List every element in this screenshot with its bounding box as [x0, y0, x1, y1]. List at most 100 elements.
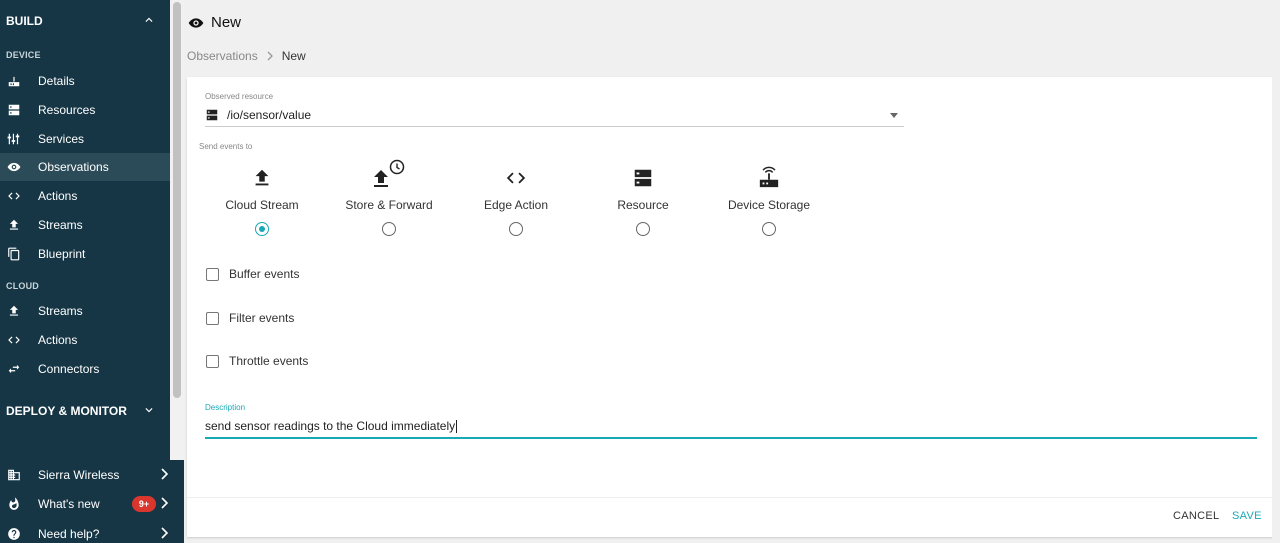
- scrollbar-thumb[interactable]: [173, 2, 181, 398]
- dns-icon: [6, 102, 22, 118]
- sierra-wireless-label: Sierra Wireless: [38, 467, 120, 482]
- breadcrumb: Observations New: [187, 49, 306, 63]
- sidebar-item-cloud-streams[interactable]: Streams: [0, 297, 170, 325]
- code-icon: [506, 172, 526, 184]
- building-icon: [6, 467, 22, 483]
- checkbox-label: Buffer events: [229, 267, 300, 281]
- target-radio[interactable]: [762, 222, 776, 236]
- target-label: Cloud Stream: [225, 198, 299, 212]
- chevron-right-icon: [161, 468, 169, 480]
- code-icon: [6, 332, 22, 348]
- target-resource[interactable]: Resource: [578, 161, 708, 236]
- save-button[interactable]: SAVE: [1232, 510, 1262, 522]
- upload-icon: [255, 169, 269, 186]
- cancel-button[interactable]: CANCEL: [1173, 510, 1219, 522]
- checkbox-box[interactable]: [206, 267, 219, 281]
- deploy-section-toggle[interactable]: DEPLOY & MONITOR: [0, 397, 170, 425]
- target-label: Device Storage: [727, 198, 811, 212]
- sidebar-item-label: Resources: [38, 103, 96, 117]
- code-icon: [6, 188, 22, 204]
- sidebar-item-label: Streams: [38, 304, 83, 318]
- upload-icon: [6, 217, 22, 233]
- checkbox-box[interactable]: [206, 311, 219, 325]
- description-value: send sensor readings to the Cloud immedi…: [205, 419, 456, 433]
- dropdown-arrow-icon: [890, 113, 898, 118]
- copy-icon: [6, 246, 22, 262]
- router-icon: [759, 166, 779, 188]
- sidebar-item-connectors[interactable]: Connectors: [0, 355, 170, 383]
- sidebar-item-blueprint[interactable]: Blueprint: [0, 240, 170, 268]
- chevron-right-icon: [267, 51, 273, 61]
- buffer-events-checkbox[interactable]: Buffer events: [206, 267, 300, 281]
- page-scrollbar[interactable]: [1272, 0, 1280, 543]
- text-cursor: [456, 419, 458, 433]
- sidebar-item-services[interactable]: Services: [0, 125, 170, 153]
- tune-icon: [6, 131, 22, 147]
- build-section-toggle[interactable]: BUILD: [0, 7, 170, 35]
- dns-icon: [634, 169, 652, 187]
- sidebar-scrollbar[interactable]: [170, 0, 184, 460]
- help-icon: [6, 526, 22, 542]
- sidebar-item-streams[interactable]: Streams: [0, 211, 170, 239]
- target-store-forward[interactable]: Store & Forward: [324, 159, 454, 236]
- target-label: Store & Forward: [345, 198, 433, 212]
- target-label: Resource: [617, 198, 669, 212]
- sidebar-item-label: Details: [38, 74, 75, 88]
- sidebar-item-observations[interactable]: Observations: [0, 153, 170, 181]
- cloud-section-label: CLOUD: [6, 281, 39, 291]
- filter-events-checkbox[interactable]: Filter events: [206, 311, 294, 325]
- chevron-right-icon: [161, 527, 169, 539]
- chevron-right-icon: [161, 497, 169, 509]
- observation-form-card: Observed resource /io/sensor/value Send …: [187, 77, 1273, 537]
- page-title-text: New: [211, 14, 242, 31]
- whats-new-link[interactable]: What's new 9+: [0, 489, 184, 518]
- footer-divider: [187, 497, 1273, 498]
- device-section-label: DEVICE: [6, 50, 41, 60]
- sidebar-item-details[interactable]: Details: [0, 67, 170, 95]
- sidebar: BUILD DEVICE Details Resources Services …: [0, 0, 184, 543]
- sidebar-item-label: Blueprint: [38, 247, 86, 261]
- target-cloud-stream[interactable]: Cloud Stream: [197, 161, 327, 236]
- throttle-events-checkbox[interactable]: Throttle events: [206, 354, 308, 368]
- sidebar-item-label: Streams: [38, 218, 83, 232]
- page-title: New: [188, 14, 241, 31]
- notification-badge: 9+: [132, 496, 156, 512]
- target-radio[interactable]: [255, 222, 269, 236]
- target-edge-action[interactable]: Edge Action: [451, 161, 581, 236]
- dns-icon: [206, 109, 218, 121]
- swap-icon: [6, 361, 22, 377]
- chevron-up-icon: [145, 17, 153, 22]
- sidebar-item-actions[interactable]: Actions: [0, 182, 170, 210]
- observed-resource-select[interactable]: /io/sensor/value: [205, 104, 904, 127]
- whats-new-label: What's new: [38, 496, 100, 511]
- checkbox-box[interactable]: [206, 354, 219, 368]
- target-label: Edge Action: [483, 198, 549, 212]
- build-label: BUILD: [6, 14, 43, 28]
- eye-icon: [188, 17, 204, 28]
- sidebar-item-label: Actions: [38, 333, 78, 347]
- observed-resource-value: /io/sensor/value: [227, 108, 312, 122]
- target-radio[interactable]: [382, 222, 396, 236]
- breadcrumb-observations-link[interactable]: Observations: [187, 49, 258, 63]
- need-help-label: Need help?: [38, 526, 100, 541]
- sidebar-item-label: Services: [38, 132, 85, 146]
- sidebar-item-label: Connectors: [38, 362, 100, 376]
- target-radio[interactable]: [636, 222, 650, 236]
- target-device-storage[interactable]: Device Storage: [704, 161, 834, 236]
- upload-clock-icon: [374, 159, 405, 187]
- eye-icon: [6, 159, 22, 175]
- deploy-label: DEPLOY & MONITOR: [6, 404, 127, 418]
- chevron-down-icon: [145, 408, 153, 413]
- sidebar-item-cloud-actions[interactable]: Actions: [0, 326, 170, 354]
- sidebar-item-label: Observations: [38, 160, 109, 174]
- checkbox-label: Filter events: [229, 311, 295, 325]
- observed-resource-label: Observed resource: [205, 92, 274, 101]
- router-icon: [6, 73, 22, 89]
- sierra-wireless-link[interactable]: Sierra Wireless: [0, 460, 184, 489]
- upload-icon: [6, 303, 22, 319]
- need-help-link[interactable]: Need help?: [0, 519, 184, 543]
- sidebar-item-resources[interactable]: Resources: [0, 96, 170, 124]
- breadcrumb-current: New: [281, 49, 306, 63]
- target-radio[interactable]: [509, 222, 523, 236]
- description-field[interactable]: send sensor readings to the Cloud immedi…: [205, 415, 1257, 439]
